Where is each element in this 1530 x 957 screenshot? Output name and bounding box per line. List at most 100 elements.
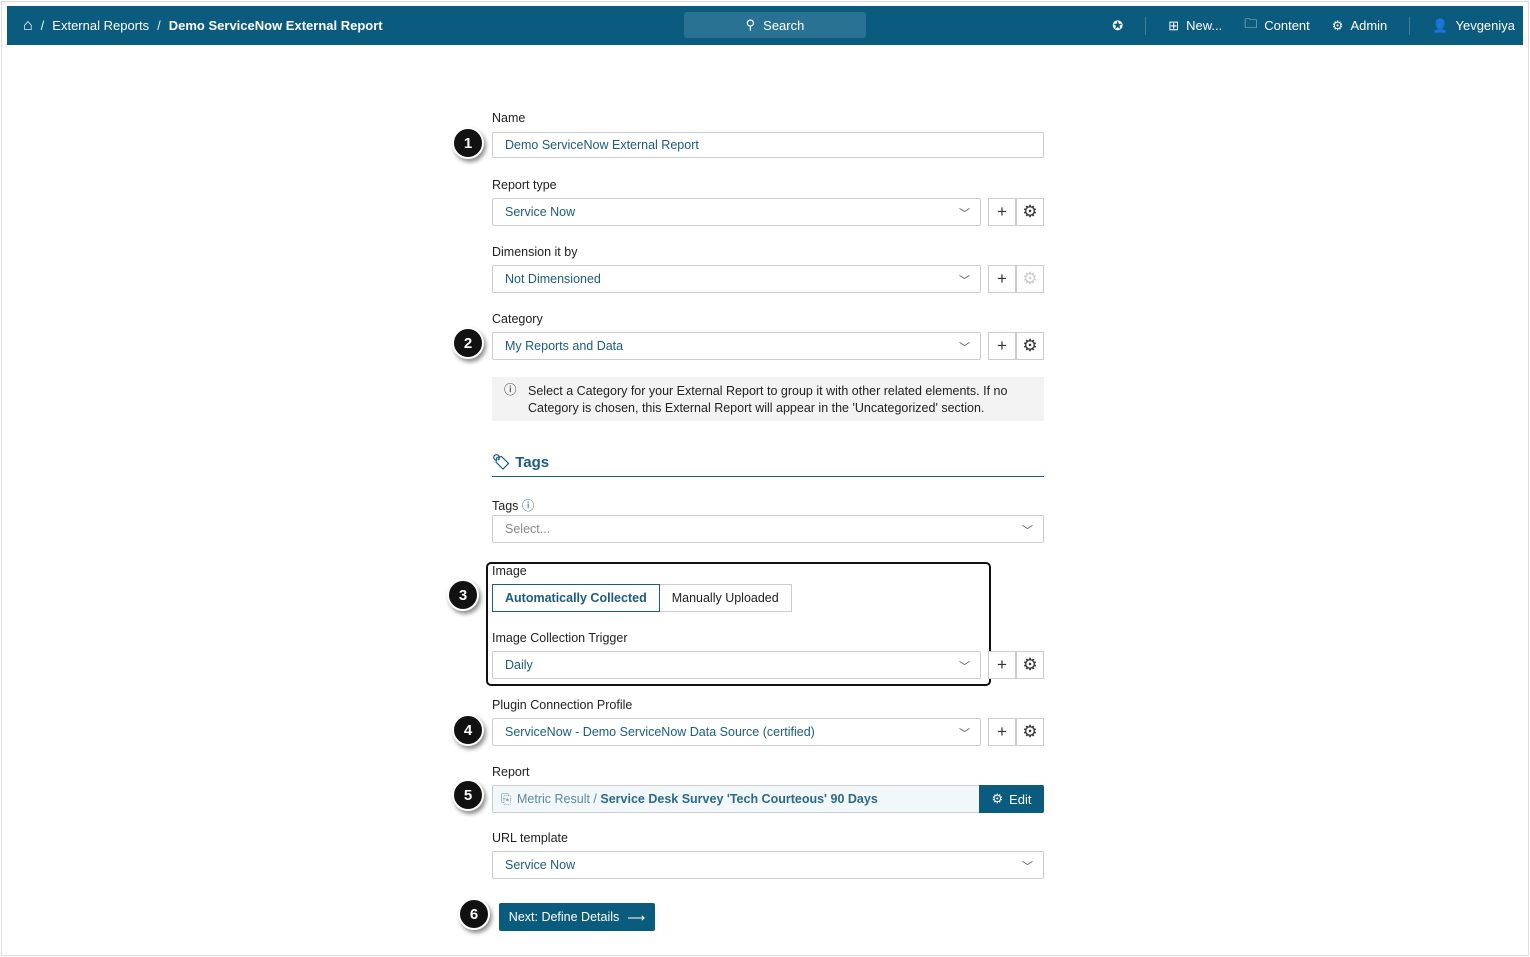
- plus-square-icon: ⊞: [1168, 17, 1180, 33]
- breadcrumb: ⌂ / External Reports / Demo ServiceNow E…: [23, 17, 383, 35]
- user-icon: 👤: [1432, 17, 1449, 33]
- tags-placeholder: Select...: [505, 522, 551, 536]
- name-input[interactable]: Demo ServiceNow External Report: [492, 132, 1044, 158]
- name-value: Demo ServiceNow External Report: [505, 138, 699, 152]
- category-label: Category: [492, 312, 543, 326]
- report-type-value: Service Now: [505, 205, 576, 219]
- breadcrumb-separator: /: [40, 18, 45, 33]
- step-badge: 5: [452, 779, 484, 811]
- trigger-label: Image Collection Trigger: [492, 631, 628, 645]
- report-type-select[interactable]: Service Now ﹀: [492, 198, 981, 226]
- image-toggle-group: Automatically Collected Manually Uploade…: [492, 584, 792, 612]
- dimension-value: Not Dimensioned: [505, 272, 601, 286]
- new-label: New...: [1186, 18, 1223, 33]
- top-bar: ⌂ / External Reports / Demo ServiceNow E…: [7, 6, 1523, 45]
- new-button[interactable]: ⊞ New...: [1168, 18, 1222, 34]
- category-value: My Reports and Data: [505, 339, 624, 353]
- report-icon: ⎘: [501, 791, 512, 806]
- gear-icon: ⚙: [1331, 17, 1344, 33]
- trigger-value: Daily: [505, 658, 533, 672]
- ai-assistant-icon[interactable]: ✪: [1112, 18, 1123, 34]
- home-icon[interactable]: ⌂: [23, 17, 33, 35]
- add-report-type-button[interactable]: +: [988, 198, 1016, 226]
- url-template-label: URL template: [492, 831, 568, 845]
- edit-report-button[interactable]: ⚙ Edit: [979, 785, 1044, 813]
- category-note-text: Select a Category for your External Repo…: [528, 384, 1008, 415]
- tags-select[interactable]: Select... ﹀: [492, 515, 1044, 543]
- tags-section-header: 🏷 Tags: [492, 453, 1044, 477]
- auto-collected-option[interactable]: Automatically Collected: [492, 584, 660, 612]
- next-label: Next: Define Details: [508, 910, 620, 924]
- tags-label-text: Tags: [492, 499, 519, 513]
- report-name: Service Desk Survey 'Tech Courteous' 90 …: [600, 792, 878, 806]
- chevron-down-icon: ﹀: [959, 661, 970, 673]
- folder-icon: 🗀: [1244, 15, 1258, 31]
- image-label: Image: [492, 564, 527, 578]
- info-icon: ⓘ: [504, 383, 517, 397]
- divider: [1409, 16, 1411, 35]
- dimension-label: Dimension it by: [492, 245, 578, 259]
- add-category-button[interactable]: +: [988, 332, 1016, 360]
- report-field: ⎘ Metric Result / Service Desk Survey 'Te…: [492, 785, 980, 813]
- step-badge: 2: [452, 327, 484, 359]
- breadcrumb-separator: /: [157, 18, 161, 33]
- trigger-settings-button[interactable]: ⚙: [1016, 651, 1044, 679]
- name-label: Name: [492, 111, 526, 125]
- chevron-down-icon: ﹀: [959, 208, 970, 220]
- add-dimension-button[interactable]: +: [988, 265, 1016, 293]
- category-select[interactable]: My Reports and Data ﹀: [492, 332, 981, 360]
- search-label: Search: [763, 17, 805, 33]
- chevron-down-icon: ﹀: [959, 275, 970, 287]
- gear-icon: ⚙: [1022, 655, 1038, 674]
- url-template-select[interactable]: Service Now ﹀: [492, 851, 1044, 879]
- chevron-down-icon: ﹀: [959, 728, 970, 740]
- tag-icon: 🏷: [492, 454, 512, 471]
- gear-icon: ⚙: [1022, 336, 1038, 355]
- search-button[interactable]: ⚲ Search: [684, 12, 866, 38]
- arrow-right-icon: ⟶: [627, 910, 646, 925]
- dimension-settings-button: ⚙: [1016, 265, 1044, 293]
- trigger-select[interactable]: Daily ﹀: [492, 651, 981, 679]
- plugin-label: Plugin Connection Profile: [492, 698, 633, 712]
- chevron-down-icon: ﹀: [959, 342, 970, 354]
- breadcrumb-current: Demo ServiceNow External Report: [168, 18, 383, 33]
- user-label: Yevgeniya: [1455, 18, 1515, 33]
- plugin-settings-button[interactable]: ⚙: [1016, 718, 1044, 746]
- report-type-label: Report type: [492, 178, 557, 192]
- dimension-select[interactable]: Not Dimensioned ﹀: [492, 265, 981, 293]
- tags-label: Tags ⓘ: [492, 495, 534, 514]
- gear-icon: ⚙: [991, 791, 1004, 806]
- breadcrumb-external-reports[interactable]: External Reports: [52, 18, 149, 33]
- content-button[interactable]: 🗀 Content: [1244, 15, 1310, 37]
- info-icon[interactable]: ⓘ: [522, 499, 535, 513]
- chevron-down-icon: ﹀: [1022, 525, 1033, 537]
- tags-section-title: Tags: [515, 454, 550, 471]
- manual-upload-option[interactable]: Manually Uploaded: [659, 584, 792, 612]
- add-plugin-button[interactable]: +: [988, 718, 1016, 746]
- gear-icon: ⚙: [1022, 722, 1038, 741]
- plugin-value: ServiceNow - Demo ServiceNow Data Source…: [505, 725, 815, 739]
- step-badge: 1: [452, 127, 484, 159]
- gear-icon: ⚙: [1022, 202, 1038, 221]
- admin-button[interactable]: ⚙ Admin: [1332, 18, 1388, 34]
- step-badge: 6: [458, 898, 490, 930]
- user-menu[interactable]: 👤 Yevgeniya: [1432, 18, 1515, 34]
- report-label: Report: [492, 765, 530, 779]
- search-icon: ⚲: [745, 17, 756, 32]
- category-settings-button[interactable]: ⚙: [1016, 332, 1044, 360]
- chevron-down-icon: ﹀: [1022, 861, 1033, 873]
- plugin-select[interactable]: ServiceNow - Demo ServiceNow Data Source…: [492, 718, 981, 746]
- edit-label: Edit: [1009, 791, 1032, 807]
- content-label: Content: [1264, 18, 1310, 33]
- gear-icon: ⚙: [1022, 269, 1038, 288]
- report-prefix: Metric Result /: [517, 792, 597, 806]
- category-info-note: ⓘ Select a Category for your External Rep…: [492, 377, 1044, 421]
- url-template-value: Service Now: [505, 858, 576, 872]
- add-trigger-button[interactable]: +: [988, 651, 1016, 679]
- divider: [1145, 16, 1147, 35]
- step-badge: 3: [447, 579, 479, 611]
- admin-label: Admin: [1350, 18, 1388, 33]
- next-define-details-button[interactable]: Next: Define Details ⟶: [499, 903, 655, 931]
- report-type-settings-button[interactable]: ⚙: [1016, 198, 1044, 226]
- step-badge: 4: [452, 714, 484, 746]
